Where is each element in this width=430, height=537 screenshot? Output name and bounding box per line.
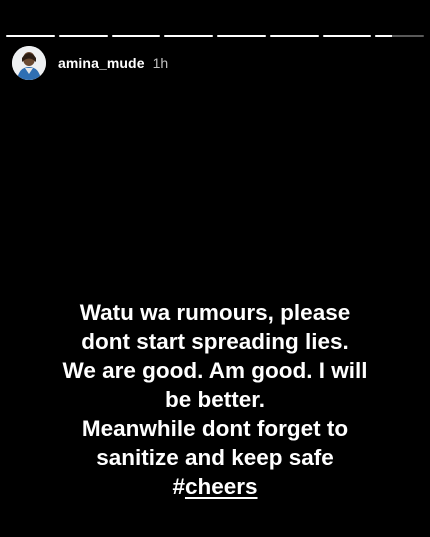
caption-line: Meanwhile dont forget to [81, 416, 349, 441]
progress-segment [6, 35, 55, 37]
caption-line: We are good. Am good. I will [62, 358, 368, 383]
hashtag-link[interactable]: cheers [185, 474, 258, 499]
progress-segment [111, 35, 161, 37]
hashtag-prefix: # [172, 474, 185, 499]
story-header: amina_mude 1h [12, 45, 168, 81]
username[interactable]: amina_mude [58, 55, 145, 71]
progress-segment [164, 35, 213, 37]
progress-segment [269, 35, 319, 37]
progress-segment [217, 35, 266, 37]
progress-segment [58, 35, 108, 37]
post-time: 1h [152, 55, 169, 71]
progress-segment [322, 35, 372, 37]
caption-line: Watu wa rumours, please [79, 300, 351, 325]
story-progress-bar [6, 35, 424, 37]
caption-line: sanitize and keep safe [96, 445, 334, 470]
profile-avatar-icon [12, 46, 46, 80]
progress-segment [375, 35, 424, 37]
avatar[interactable] [12, 46, 46, 80]
story-caption: Watu wa rumours, please dont start sprea… [10, 298, 420, 501]
hashtag-line: #cheers [10, 472, 420, 501]
caption-line: dont start spreading lies. [81, 329, 349, 354]
caption-line: be better. [164, 387, 266, 412]
